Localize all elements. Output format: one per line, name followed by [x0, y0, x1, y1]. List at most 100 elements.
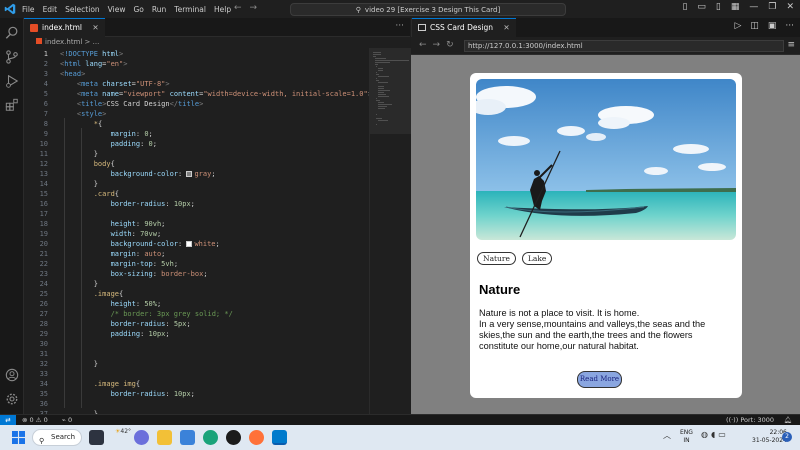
toggle-panel-icon[interactable]: ▭ — [697, 2, 706, 12]
task-view-icon[interactable] — [89, 430, 104, 445]
tag-lake[interactable]: Lake — [521, 252, 553, 265]
live-server-port[interactable]: ((·)) Port: 3000 — [726, 416, 774, 424]
notification-badge[interactable]: 2 — [782, 432, 792, 442]
more-actions-icon[interactable]: ··· — [785, 21, 794, 31]
dell-icon[interactable] — [226, 430, 241, 445]
code-line[interactable]: 21 margin: auto; — [24, 249, 369, 259]
weather-widget[interactable]: ☀42° — [115, 428, 131, 435]
menu-selection[interactable]: Selection — [65, 5, 100, 14]
menu-edit[interactable]: Edit — [43, 5, 58, 14]
code-line[interactable]: 36 — [24, 399, 369, 409]
hamburger-menu-icon[interactable]: ≡ — [787, 40, 795, 50]
code-line[interactable]: 3 <head> — [24, 69, 369, 79]
code-line[interactable]: 7 <style> — [24, 109, 369, 119]
breadcrumb[interactable]: index.html > ... — [24, 37, 410, 48]
code-line[interactable]: 6 <title>CSS Card Design</title> — [24, 99, 369, 109]
account-icon[interactable] — [5, 368, 19, 382]
code-line[interactable]: 22 margin-top: 5vh; — [24, 259, 369, 269]
code-line[interactable]: 2 <html lang="en"> — [24, 59, 369, 69]
split-editor-icon[interactable]: ◫ — [750, 21, 759, 31]
code-line[interactable]: 23 box-sizing: border-box; — [24, 269, 369, 279]
code-line[interactable]: 20 background-color: white; — [24, 239, 369, 249]
minimize-icon[interactable]: — — [749, 2, 758, 12]
code-line[interactable]: 32 } — [24, 359, 369, 369]
code-line[interactable]: 19 width: 70vw; — [24, 229, 369, 239]
tab-css-card-design[interactable]: CSS Card Design ✕ — [412, 18, 516, 37]
menu-help[interactable]: Help — [214, 5, 231, 14]
ports-indicator[interactable]: ⌁ 0 — [62, 416, 72, 424]
code-line[interactable]: 5 <meta name="viewport" content="width=d… — [24, 89, 369, 99]
code-line[interactable]: 4 <meta charset="UTF-8"> — [24, 79, 369, 89]
code-line[interactable]: 35 border-radius: 10px; — [24, 389, 369, 399]
code-line[interactable]: 9 margin: 0; — [24, 129, 369, 139]
code-line[interactable]: 1 <!DOCTYPE html> — [24, 49, 369, 59]
tag-nature[interactable]: Nature — [477, 252, 516, 265]
code-line[interactable]: 31 — [24, 349, 369, 359]
windows-start-icon[interactable] — [12, 431, 25, 444]
code-line[interactable]: 29 padding: 10px; — [24, 329, 369, 339]
system-tray-icons[interactable]: ◍◖▭ — [701, 430, 729, 439]
menu-go[interactable]: Go — [133, 5, 143, 14]
reload-icon[interactable]: ↻ — [446, 40, 460, 50]
code-line[interactable]: 17 — [24, 209, 369, 219]
code-line[interactable]: 10 padding: 0; — [24, 139, 369, 149]
menu-view[interactable]: View — [108, 5, 126, 14]
layout-icon[interactable]: ▦ — [731, 2, 740, 12]
restore-icon[interactable]: ❐ — [768, 2, 776, 12]
code-line[interactable]: 16 border-radius: 10px; — [24, 199, 369, 209]
extensions-icon[interactable] — [5, 98, 19, 112]
close-icon[interactable]: ✕ — [786, 2, 794, 12]
toggle-sidebar-icon[interactable]: ▯ — [682, 2, 687, 12]
read-more-button[interactable]: Read More — [577, 371, 622, 388]
breadcrumb-path: index.html > ... — [45, 38, 100, 46]
menu-terminal[interactable]: Terminal — [174, 5, 206, 14]
file-explorer-icon[interactable] — [157, 430, 172, 445]
code-editor[interactable]: 1 <!DOCTYPE html> 2 <html lang="en"> 3 <head>… — [24, 48, 369, 414]
minimap[interactable] — [369, 48, 411, 414]
code-line[interactable]: 18 height: 90vh; — [24, 219, 369, 229]
code-line[interactable]: 30 — [24, 339, 369, 349]
code-line[interactable]: 14 } — [24, 179, 369, 189]
close-tab-icon[interactable]: ✕ — [92, 23, 98, 32]
teams-chat-icon[interactable] — [134, 430, 149, 445]
toggle-secondary-sidebar-icon[interactable]: ▯ — [716, 2, 721, 12]
code-line[interactable]: 34 .image img{ — [24, 379, 369, 389]
close-tab-icon[interactable]: ✕ — [503, 23, 509, 32]
more-actions-icon[interactable]: ··· — [395, 21, 404, 31]
run-icon[interactable]: ▷ — [734, 21, 741, 31]
code-line[interactable]: 12 body{ — [24, 159, 369, 169]
code-line[interactable]: 8 *{ — [24, 119, 369, 129]
notifications-bell-icon[interactable]: 🔔︎ — [784, 416, 792, 424]
taskbar-search[interactable]: ⚲ Search — [32, 429, 82, 446]
code-line[interactable]: 13 background-color: gray; — [24, 169, 369, 179]
code-line[interactable]: 27 /* border: 3px grey solid; */ — [24, 309, 369, 319]
menu-file[interactable]: File — [22, 5, 35, 14]
firefox-icon[interactable] — [249, 430, 264, 445]
code-line[interactable]: 28 border-radius: 5px; — [24, 319, 369, 329]
forward-arrow-icon[interactable]: → — [433, 40, 447, 50]
code-line[interactable]: 11 } — [24, 149, 369, 159]
settings-gear-icon[interactable] — [5, 392, 19, 406]
language-indicator[interactable]: ENG IN — [680, 429, 693, 445]
code-line[interactable]: 26 height: 50%; — [24, 299, 369, 309]
search-icon[interactable] — [5, 26, 19, 40]
tab-index-html[interactable]: index.html ✕ — [24, 18, 105, 37]
forward-arrow-icon[interactable]: → — [250, 3, 266, 13]
tray-overflow-icon[interactable]: ︿ — [663, 430, 671, 441]
code-line[interactable]: 33 — [24, 369, 369, 379]
source-control-icon[interactable] — [5, 50, 19, 64]
url-input[interactable]: http://127.0.0.1:3000/index.html — [464, 40, 784, 52]
command-center[interactable]: ⚲ video 29 [Exercise 3 Design This Card] — [290, 3, 566, 16]
menu-run[interactable]: Run — [152, 5, 166, 14]
vscode-taskbar-icon[interactable] — [272, 430, 287, 445]
back-arrow-icon[interactable]: ← — [234, 3, 250, 13]
edge-browser-icon[interactable] — [203, 430, 218, 445]
preview-icon[interactable]: ▣ — [768, 21, 777, 31]
back-arrow-icon[interactable]: ← — [419, 40, 433, 50]
run-debug-icon[interactable] — [5, 74, 19, 88]
code-line[interactable]: 25 .image{ — [24, 289, 369, 299]
code-line[interactable]: 15 .card{ — [24, 189, 369, 199]
store-icon[interactable] — [180, 430, 195, 445]
problems-indicator[interactable]: ⊗ 0 ⚠ 0 — [22, 416, 48, 424]
code-line[interactable]: 24 } — [24, 279, 369, 289]
